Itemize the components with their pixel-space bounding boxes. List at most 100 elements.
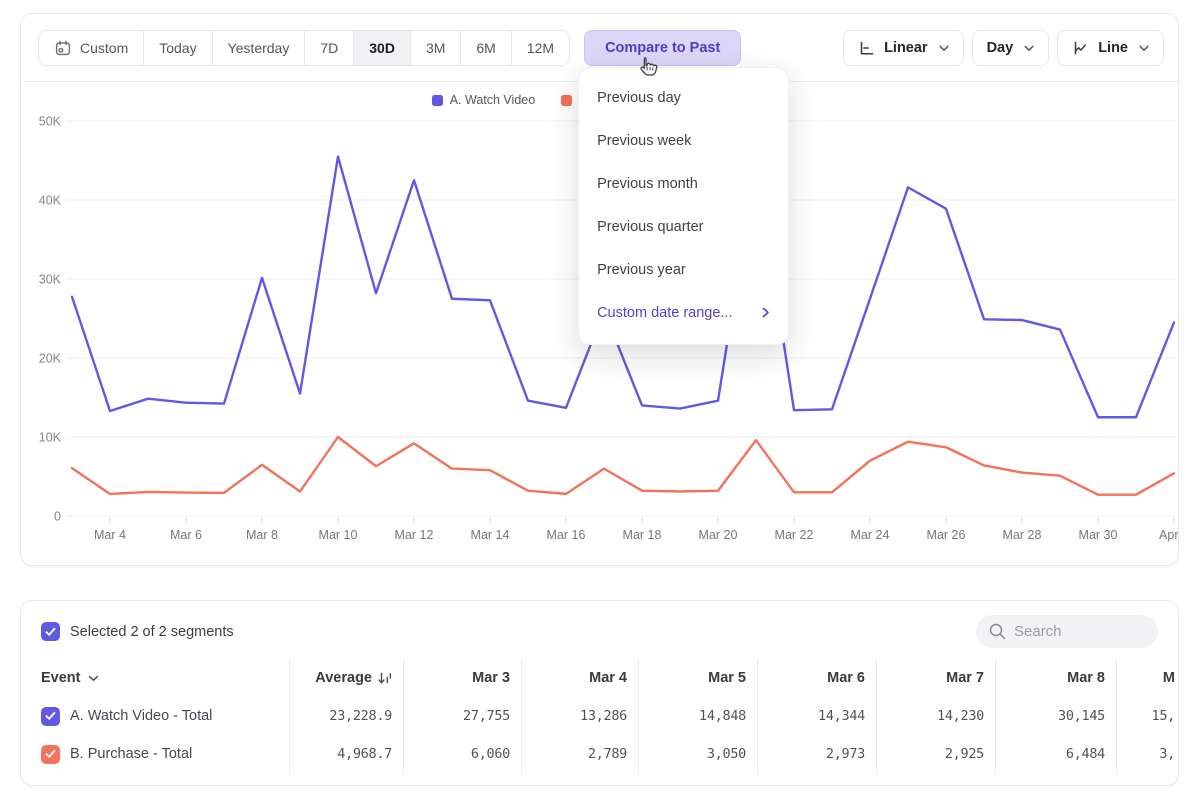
menu-previous-day[interactable]: Previous day bbox=[579, 76, 788, 119]
svg-text:50K: 50K bbox=[39, 115, 62, 129]
column-divider bbox=[638, 659, 639, 775]
chevron-right-icon bbox=[762, 307, 770, 318]
column-header[interactable]: Mar 8 bbox=[995, 659, 1116, 697]
chevron-down-icon bbox=[1024, 45, 1034, 52]
cell-value: 2,973 bbox=[757, 735, 876, 773]
svg-text:10K: 10K bbox=[39, 431, 62, 445]
table-row-watch-video[interactable]: A. Watch Video - Total bbox=[21, 697, 289, 735]
range-custom[interactable]: Custom bbox=[39, 31, 144, 65]
menu-previous-month[interactable]: Previous month bbox=[579, 162, 788, 205]
column-header[interactable]: Mar 7 bbox=[876, 659, 995, 697]
range-yesterday[interactable]: Yesterday bbox=[213, 31, 306, 65]
svg-text:Mar 30: Mar 30 bbox=[1079, 528, 1118, 542]
menu-previous-quarter[interactable]: Previous quarter bbox=[579, 205, 788, 248]
svg-text:Apr 1: Apr 1 bbox=[1159, 528, 1178, 542]
range-today[interactable]: Today bbox=[144, 31, 212, 65]
svg-text:Mar 8: Mar 8 bbox=[246, 528, 278, 542]
row-checkbox[interactable] bbox=[41, 745, 60, 764]
cell-value-clipped: 15, bbox=[1116, 697, 1178, 735]
check-icon bbox=[45, 749, 56, 759]
column-header[interactable]: Mar 5 bbox=[638, 659, 757, 697]
svg-text:40K: 40K bbox=[39, 194, 62, 208]
row-label: B. Purchase - Total bbox=[70, 746, 192, 762]
column-header[interactable]: Mar 4 bbox=[521, 659, 638, 697]
cell-value: 14,344 bbox=[757, 697, 876, 735]
range-30d[interactable]: 30D bbox=[354, 31, 411, 65]
chart-legend: A. Watch VideoB. Purchase bbox=[20, 93, 1118, 107]
legend-item[interactable]: A. Watch Video bbox=[432, 93, 535, 107]
column-header[interactable]: Mar 3 bbox=[403, 659, 521, 697]
svg-text:Mar 4: Mar 4 bbox=[94, 528, 126, 542]
cell-value: 13,286 bbox=[521, 697, 638, 735]
segments-selected-label: Selected 2 of 2 segments bbox=[70, 624, 234, 640]
cell-value: 30,145 bbox=[995, 697, 1116, 735]
column-header-average[interactable]: Average bbox=[289, 659, 403, 697]
line-chart-icon bbox=[1072, 40, 1089, 57]
column-divider bbox=[1116, 659, 1117, 775]
column-divider bbox=[757, 659, 758, 775]
cell-value: 2,789 bbox=[521, 735, 638, 773]
menu-previous-week[interactable]: Previous week bbox=[579, 119, 788, 162]
range-12m[interactable]: 12M bbox=[512, 31, 569, 65]
legend-swatch-icon bbox=[561, 95, 572, 106]
svg-text:0: 0 bbox=[54, 510, 61, 524]
legend-label: A. Watch Video bbox=[450, 93, 535, 107]
chevron-down-icon bbox=[939, 45, 949, 52]
y-axis-scale-dropdown[interactable]: Linear bbox=[843, 30, 964, 66]
cell-value: 6,484 bbox=[995, 735, 1116, 773]
cell-value: 6,060 bbox=[403, 735, 521, 773]
svg-text:Mar 24: Mar 24 bbox=[851, 528, 890, 542]
svg-text:Mar 14: Mar 14 bbox=[471, 528, 510, 542]
row-checkbox[interactable] bbox=[41, 707, 60, 726]
check-icon bbox=[45, 711, 56, 721]
segments-card: Selected 2 of 2 segments Event Average bbox=[20, 600, 1179, 786]
compare-to-past-button[interactable]: Compare to Past bbox=[584, 30, 741, 66]
svg-text:Mar 20: Mar 20 bbox=[699, 528, 738, 542]
search-icon bbox=[988, 622, 1007, 641]
cell-value: 14,848 bbox=[638, 697, 757, 735]
sort-descending-icon bbox=[378, 672, 392, 685]
legend-swatch-icon bbox=[432, 95, 443, 106]
select-all-checkbox[interactable] bbox=[41, 622, 60, 641]
svg-text:20K: 20K bbox=[39, 352, 62, 366]
column-divider bbox=[995, 659, 996, 775]
segments-table: Event Average Mar 3 Mar 4 Mar 5 Mar 6 Ma… bbox=[21, 659, 1178, 773]
compare-to-past-menu: Previous day Previous week Previous mont… bbox=[578, 67, 789, 345]
menu-previous-year[interactable]: Previous year bbox=[579, 248, 788, 291]
svg-text:30K: 30K bbox=[39, 273, 62, 287]
svg-text:Mar 12: Mar 12 bbox=[395, 528, 434, 542]
chart-type-dropdown[interactable]: Line bbox=[1057, 30, 1164, 66]
svg-text:Mar 26: Mar 26 bbox=[927, 528, 966, 542]
cell-average: 4,968.7 bbox=[289, 735, 403, 773]
interval-dropdown[interactable]: Day bbox=[972, 30, 1050, 66]
cell-value: 2,925 bbox=[876, 735, 995, 773]
toolbar: Custom Today Yesterday 7D 30D 3M 6M 12M … bbox=[21, 30, 1178, 66]
svg-text:Mar 22: Mar 22 bbox=[775, 528, 814, 542]
column-header-clipped: M bbox=[1116, 659, 1178, 697]
cell-value-clipped: 3, bbox=[1116, 735, 1178, 773]
cell-value: 3,050 bbox=[638, 735, 757, 773]
range-6m[interactable]: 6M bbox=[461, 31, 511, 65]
column-divider bbox=[403, 659, 404, 775]
cell-average: 23,228.9 bbox=[289, 697, 403, 735]
date-range-control: Custom Today Yesterday 7D 30D 3M 6M 12M bbox=[38, 30, 570, 66]
range-3m[interactable]: 3M bbox=[411, 31, 461, 65]
svg-text:Mar 6: Mar 6 bbox=[170, 528, 202, 542]
svg-text:Mar 18: Mar 18 bbox=[623, 528, 662, 542]
column-header[interactable]: Mar 6 bbox=[757, 659, 876, 697]
linear-axis-icon bbox=[858, 40, 875, 57]
range-7d[interactable]: 7D bbox=[305, 31, 354, 65]
column-divider bbox=[289, 659, 290, 775]
chart-card: Custom Today Yesterday 7D 30D 3M 6M 12M … bbox=[20, 13, 1179, 566]
svg-text:Mar 10: Mar 10 bbox=[319, 528, 358, 542]
menu-custom-date-range[interactable]: Custom date range... bbox=[579, 291, 788, 334]
row-label: A. Watch Video - Total bbox=[70, 708, 212, 724]
chevron-down-icon bbox=[88, 675, 99, 682]
cell-value: 14,230 bbox=[876, 697, 995, 735]
column-divider bbox=[521, 659, 522, 775]
calendar-icon bbox=[54, 39, 72, 57]
table-row-purchase[interactable]: B. Purchase - Total bbox=[21, 735, 289, 773]
svg-text:Mar 16: Mar 16 bbox=[547, 528, 586, 542]
column-header-event[interactable]: Event bbox=[21, 659, 289, 697]
check-icon bbox=[45, 627, 56, 637]
